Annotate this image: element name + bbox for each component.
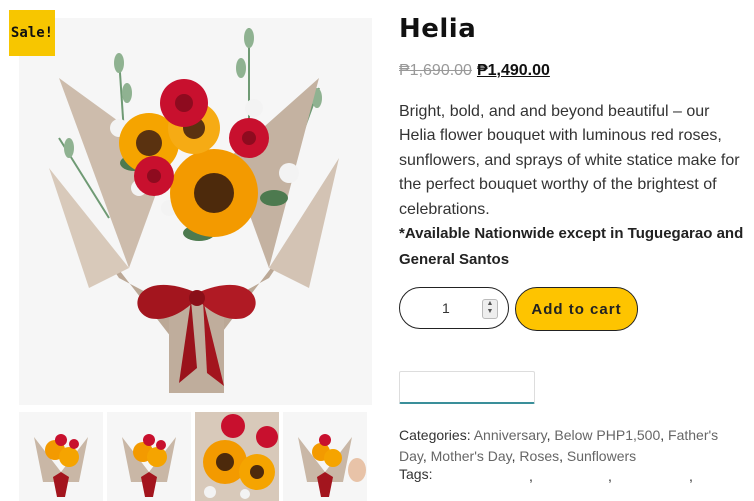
thumbnail-strip (19, 412, 379, 501)
quantity-value: 1 (442, 300, 450, 316)
thumbnail-1[interactable] (19, 412, 103, 501)
tag-separator: , (608, 468, 612, 484)
tags-label: Tags: (399, 466, 433, 482)
chevron-down-icon[interactable]: ▼ (487, 308, 494, 315)
thumbnail-4[interactable] (283, 412, 367, 501)
product-categories: Categories: Anniversary, Below PHP1,500,… (399, 427, 719, 464)
product-price: ₱1,690.00 ₱1,490.00 (399, 62, 550, 80)
thumbnail-image (195, 412, 279, 501)
thumbnail-image (34, 434, 88, 497)
thumbnail-image (298, 434, 366, 497)
quantity-input[interactable]: 1 ▲ ▼ (399, 287, 509, 329)
tag-separator: , (689, 468, 693, 484)
category-link-roses[interactable]: Roses (519, 448, 559, 464)
add-to-cart-button[interactable]: Add to cart (515, 287, 638, 331)
category-link-below-php1500[interactable]: Below PHP1,500 (554, 427, 660, 443)
product-description: Bright, bold, and and beyond beautiful –… (399, 103, 740, 218)
chevron-up-icon[interactable]: ▲ (487, 300, 494, 307)
category-link-mothers-day[interactable]: Mother's Day (431, 448, 512, 464)
product-main-image[interactable] (19, 18, 372, 405)
product-title: Helia (399, 14, 477, 44)
sale-badge: Sale! (9, 10, 55, 56)
product-tags: Tags: (399, 466, 432, 482)
quantity-stepper[interactable]: ▲ ▼ (482, 299, 498, 319)
availability-note: *Available Nationwide except in Tuguegar… (399, 225, 744, 268)
category-link-anniversary[interactable]: Anniversary (474, 427, 547, 443)
thumbnail-2[interactable] (107, 412, 191, 501)
sale-price: ₱1,490.00 (476, 62, 550, 79)
thumbnail-image (122, 434, 176, 497)
extra-option-field[interactable] (399, 371, 535, 404)
thumbnail-3[interactable] (195, 412, 279, 501)
category-link-sunflowers[interactable]: Sunflowers (567, 448, 636, 464)
bouquet-illustration (49, 28, 339, 393)
tag-separator: , (529, 468, 533, 484)
original-price: ₱1,690.00 (399, 62, 472, 79)
categories-label: Categories: (399, 427, 471, 443)
